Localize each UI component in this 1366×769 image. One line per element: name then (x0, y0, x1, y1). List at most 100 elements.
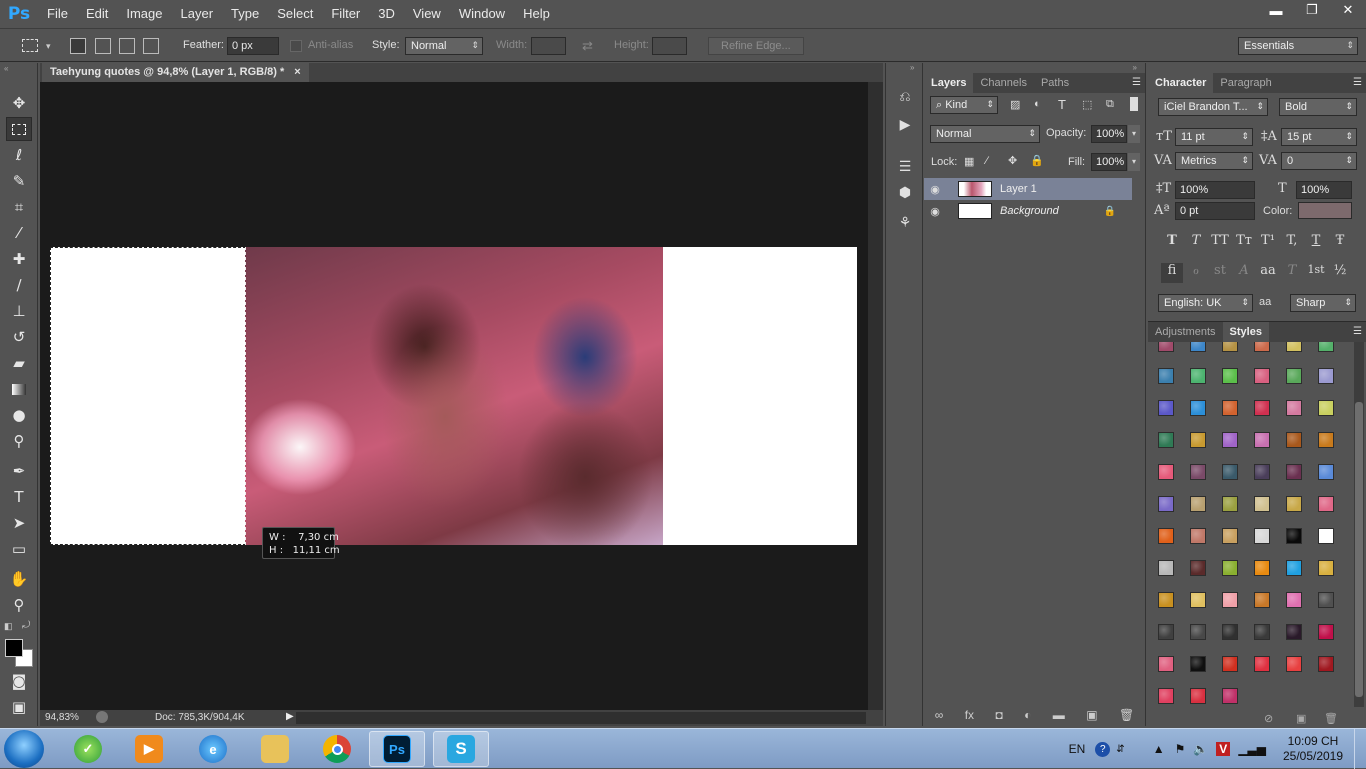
quick-selection-tool-icon[interactable]: ✎ (6, 169, 32, 193)
style-swatch[interactable] (1190, 496, 1206, 512)
blur-tool-icon[interactable]: ● (6, 403, 32, 427)
canvas[interactable] (50, 247, 857, 545)
dodge-tool-icon[interactable]: ⚲ (6, 429, 32, 453)
marquee-preset-icon[interactable] (22, 39, 38, 52)
menu-view[interactable]: View (404, 0, 450, 28)
intersect-selection-icon[interactable] (143, 38, 159, 54)
style-swatch[interactable] (1158, 496, 1174, 512)
language-indicator[interactable]: EN (1069, 742, 1086, 756)
style-swatch[interactable] (1222, 342, 1238, 352)
path-selection-tool-icon[interactable]: ➤ (6, 511, 32, 535)
filter-adjustment-icon[interactable]: ◐ (1034, 98, 1041, 110)
delete-style-icon[interactable]: 🗑 (1324, 712, 1338, 725)
opacity-input[interactable]: 100% (1091, 125, 1127, 143)
underline-button[interactable]: T (1305, 233, 1327, 253)
rectangular-marquee-tool-icon[interactable] (6, 117, 32, 141)
style-swatch[interactable] (1222, 368, 1238, 384)
styles-scrollbar-thumb[interactable] (1355, 402, 1363, 697)
style-swatch[interactable] (1286, 400, 1302, 416)
show-hidden-icons-icon[interactable]: ▲ (1153, 742, 1165, 756)
fill-input[interactable]: 100% (1091, 153, 1127, 171)
tab-paths[interactable]: Paths (1034, 73, 1076, 93)
toolbar-collapse-icon[interactable]: « (4, 64, 8, 73)
start-button[interactable] (4, 730, 44, 768)
taskbar-photoshop[interactable]: Ps (369, 731, 425, 767)
document-tab[interactable]: Taehyung quotes @ 94,8% (Layer 1, RGB/8)… (42, 63, 309, 82)
vertical-scale-input[interactable]: 100% (1175, 181, 1255, 199)
layer-style-icon[interactable]: fx (965, 708, 974, 726)
help-icon[interactable]: ? (1095, 741, 1111, 757)
foreground-color-swatch[interactable] (5, 639, 23, 657)
taskbar-coccoc[interactable]: ✓ (60, 731, 116, 767)
style-swatch[interactable] (1190, 688, 1206, 704)
style-swatch[interactable] (1254, 400, 1270, 416)
clock[interactable]: 10:09 CH 25/05/2019 (1278, 734, 1348, 764)
style-swatch[interactable] (1254, 528, 1270, 544)
language-select[interactable]: English: UK (1158, 294, 1253, 312)
lock-position-icon[interactable]: ✥ (1008, 154, 1017, 167)
opacity-dropdown-icon[interactable]: ▾ (1128, 125, 1140, 143)
screen-mode-icon[interactable]: ▣ (6, 695, 32, 719)
swash-button[interactable]: A (1233, 263, 1255, 283)
tab-paragraph[interactable]: Paragraph (1213, 73, 1278, 93)
history-brush-tool-icon[interactable]: ↺ (6, 325, 32, 349)
contextual-alternates-button[interactable]: ℴ (1185, 263, 1207, 283)
character-panel-menu-icon[interactable]: ☰ (1353, 77, 1362, 88)
style-swatch[interactable] (1190, 342, 1206, 352)
swap-dimensions-icon[interactable]: ⇄ (582, 38, 593, 54)
menu-image[interactable]: Image (117, 0, 171, 28)
style-swatch[interactable] (1318, 592, 1334, 608)
feather-input[interactable]: 0 px (227, 37, 279, 55)
leading-select[interactable]: 15 pt (1281, 128, 1357, 146)
filter-smart-object-icon[interactable]: ⧉ (1106, 98, 1114, 111)
fill-dropdown-icon[interactable]: ▾ (1128, 153, 1140, 171)
tab-character[interactable]: Character (1148, 73, 1214, 93)
style-swatch[interactable] (1318, 464, 1334, 480)
filter-shape-icon[interactable]: ⬚ (1082, 98, 1092, 111)
visibility-eye-icon[interactable]: ◉ (924, 205, 946, 218)
style-swatch[interactable] (1318, 624, 1334, 640)
style-swatch[interactable] (1222, 624, 1238, 640)
style-swatch[interactable] (1222, 656, 1238, 672)
style-swatch[interactable] (1286, 528, 1302, 544)
filter-pixel-icon[interactable]: ▨ (1010, 98, 1020, 111)
type-tool-icon[interactable]: T (6, 485, 32, 509)
style-swatch[interactable] (1318, 368, 1334, 384)
style-swatch[interactable] (1190, 432, 1206, 448)
stylistic-alternates-button[interactable]: aa (1257, 263, 1279, 283)
quick-mask-icon[interactable]: ◙ (6, 669, 32, 693)
action-center-icon[interactable]: ⚑ (1175, 742, 1186, 756)
tracking-select[interactable]: 0 (1281, 152, 1357, 170)
visibility-eye-icon[interactable]: ◉ (924, 183, 946, 196)
style-swatch[interactable] (1286, 464, 1302, 480)
style-swatch[interactable] (1254, 368, 1270, 384)
style-swatch[interactable] (1190, 528, 1206, 544)
style-swatch[interactable] (1222, 400, 1238, 416)
pen-tool-icon[interactable]: ✒ (6, 459, 32, 483)
tray-options-icon[interactable]: ⇵ (1116, 744, 1124, 755)
new-layer-icon[interactable]: ▣ (1086, 708, 1097, 726)
style-swatch[interactable] (1222, 496, 1238, 512)
faux-italic-button[interactable]: T (1185, 233, 1207, 253)
style-swatch[interactable] (1318, 496, 1334, 512)
subscript-button[interactable]: T, (1281, 233, 1303, 253)
style-swatch[interactable] (1222, 688, 1238, 704)
show-desktop-button[interactable] (1354, 729, 1366, 769)
antialias-checkbox[interactable] (290, 40, 302, 52)
brush-presets-icon[interactable]: ⚘ (895, 213, 915, 233)
style-swatch[interactable] (1158, 592, 1174, 608)
history-panel-icon[interactable]: ⎌ (895, 87, 915, 107)
layer-row-layer-1[interactable]: ◉ Layer 1 (924, 178, 1132, 200)
style-swatch[interactable] (1318, 342, 1334, 352)
baseline-shift-input[interactable]: 0 pt (1175, 202, 1255, 220)
status-info-icon[interactable] (96, 711, 108, 723)
horizontal-scale-input[interactable]: 100% (1296, 181, 1352, 199)
style-swatch[interactable] (1222, 560, 1238, 576)
gradient-tool-icon[interactable] (6, 377, 32, 401)
all-caps-button[interactable]: TT (1209, 233, 1231, 253)
menu-filter[interactable]: Filter (322, 0, 369, 28)
tab-layers[interactable]: Layers (924, 73, 974, 93)
tab-styles[interactable]: Styles (1222, 322, 1269, 342)
minimize-button[interactable]: ▬ (1258, 0, 1294, 20)
style-swatch[interactable] (1318, 656, 1334, 672)
